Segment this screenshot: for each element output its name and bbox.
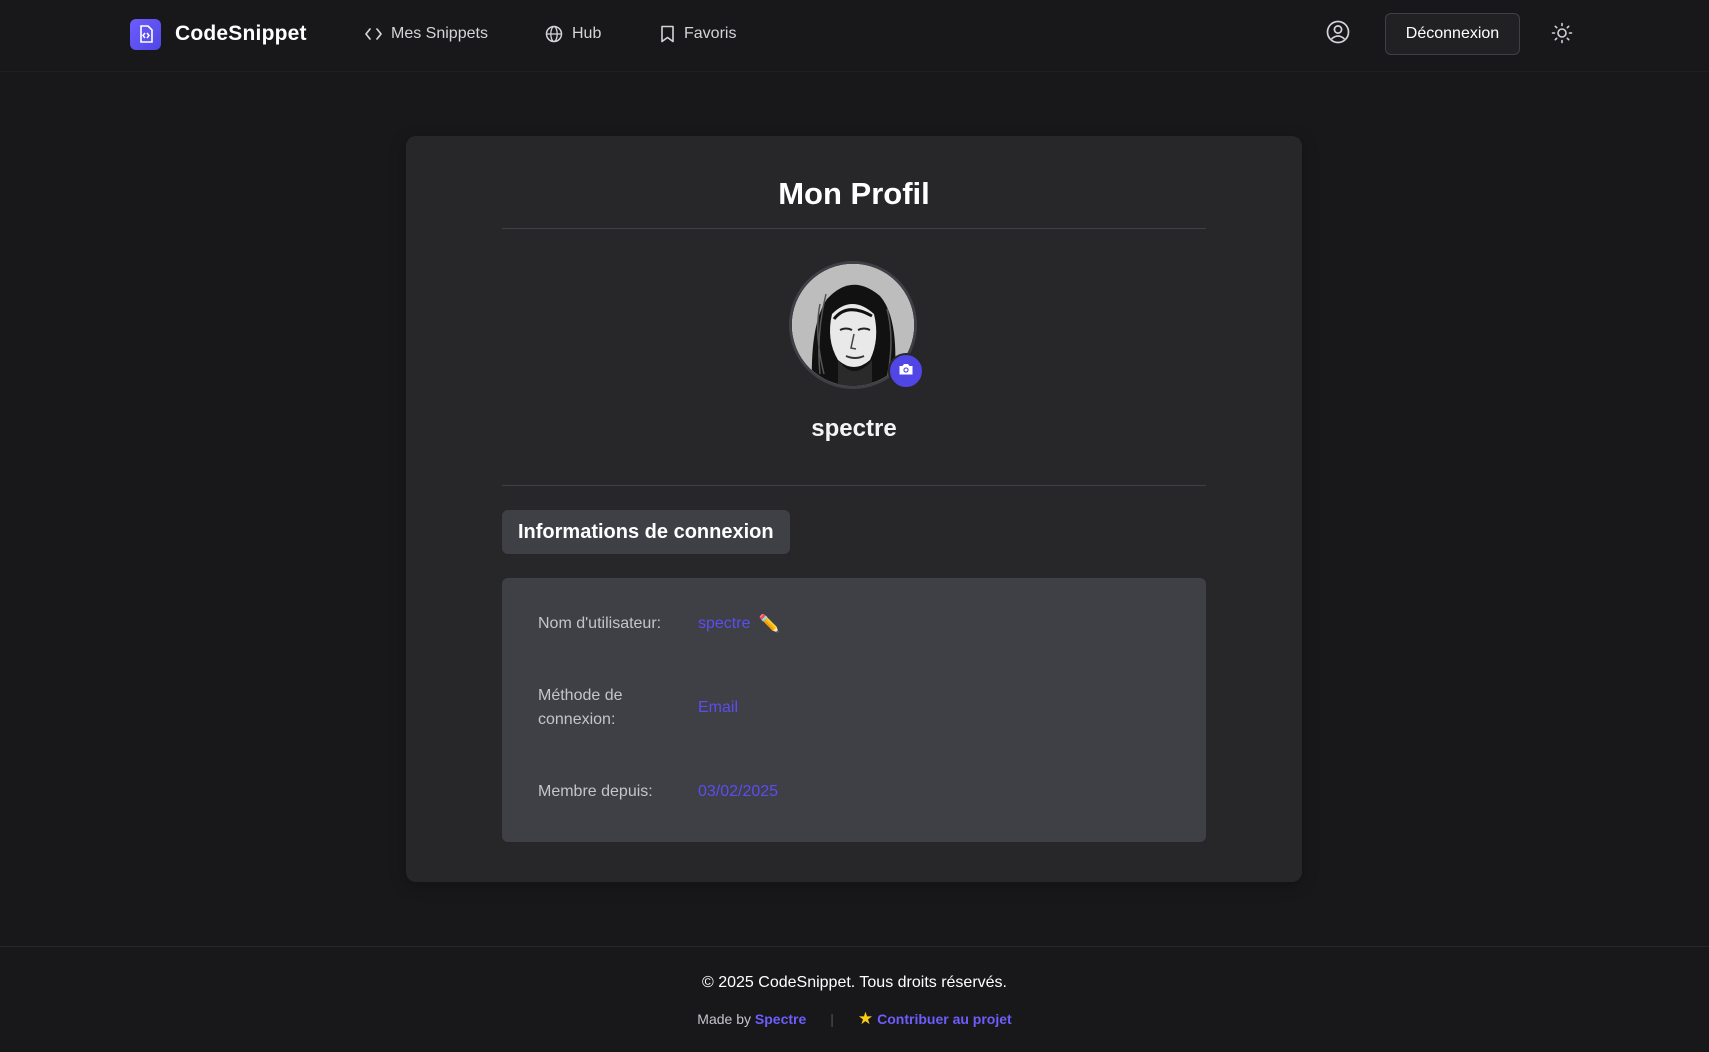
title-divider — [502, 228, 1206, 229]
codesnippet-logo-icon — [130, 18, 161, 50]
copyright-text: © 2025 CodeSnippet. Tous droits réservés… — [702, 974, 1007, 991]
bookmark-icon — [660, 25, 675, 43]
footer-credits: Made by Spectre | ★ Contribuer au projet — [0, 1009, 1709, 1029]
field-value-login-method: Email — [698, 699, 739, 716]
camera-icon — [898, 362, 914, 381]
pencil-icon[interactable]: ✏️ — [758, 612, 779, 636]
nav-item-label: Hub — [572, 25, 602, 42]
username-value: spectre — [698, 615, 751, 632]
made-by-label: Made by — [697, 1011, 751, 1027]
star-icon: ★ — [857, 1009, 874, 1028]
field-label-login-method: Méthode de connexion: — [538, 687, 623, 728]
logout-button[interactable]: Déconnexion — [1385, 13, 1520, 55]
page-title: Mon Profil — [778, 176, 930, 211]
sun-icon — [1551, 22, 1573, 49]
code-brackets-icon — [365, 27, 382, 41]
nav-item-label: Mes Snippets — [391, 25, 488, 42]
section-title: Informations de connexion — [502, 510, 790, 554]
brand-home-link[interactable]: CodeSnippet — [130, 18, 307, 50]
field-value-member-since: 03/02/2025 — [698, 783, 779, 800]
field-label-username: Nom d'utilisateur: — [538, 615, 662, 632]
theme-toggle-button[interactable] — [1549, 22, 1575, 48]
profile-username: spectre — [811, 415, 897, 442]
author-link[interactable]: Spectre — [755, 1011, 806, 1027]
section-divider — [502, 485, 1206, 486]
nav-item-favoris[interactable]: Favoris — [660, 20, 736, 48]
nav-item-hub[interactable]: Hub — [545, 20, 601, 48]
brand-name: CodeSnippet — [175, 22, 307, 45]
top-navbar: CodeSnippet Mes Snippets Hub Favoris Déc… — [0, 0, 1709, 72]
change-avatar-button[interactable] — [888, 353, 924, 389]
user-circle-icon — [1326, 20, 1350, 49]
footer-separator: | — [830, 1011, 834, 1027]
avatar-container — [789, 261, 924, 391]
contribute-link[interactable]: Contribuer au projet — [877, 1011, 1012, 1027]
profile-button[interactable] — [1325, 20, 1351, 49]
profile-card: Mon Profil spectre Informations de conne… — [406, 136, 1302, 882]
nav-item-mes-snippets[interactable]: Mes Snippets — [365, 20, 488, 48]
field-label-member-since: Membre depuis: — [538, 783, 653, 800]
footer: © 2025 CodeSnippet. Tous droits réservés… — [0, 946, 1709, 1052]
nav-item-label: Favoris — [684, 25, 737, 42]
globe-icon — [545, 25, 563, 43]
field-value-username: spectre ✏️ — [698, 612, 780, 636]
connection-info-panel: Nom d'utilisateur: spectre ✏️ Méthode de… — [502, 578, 1206, 842]
